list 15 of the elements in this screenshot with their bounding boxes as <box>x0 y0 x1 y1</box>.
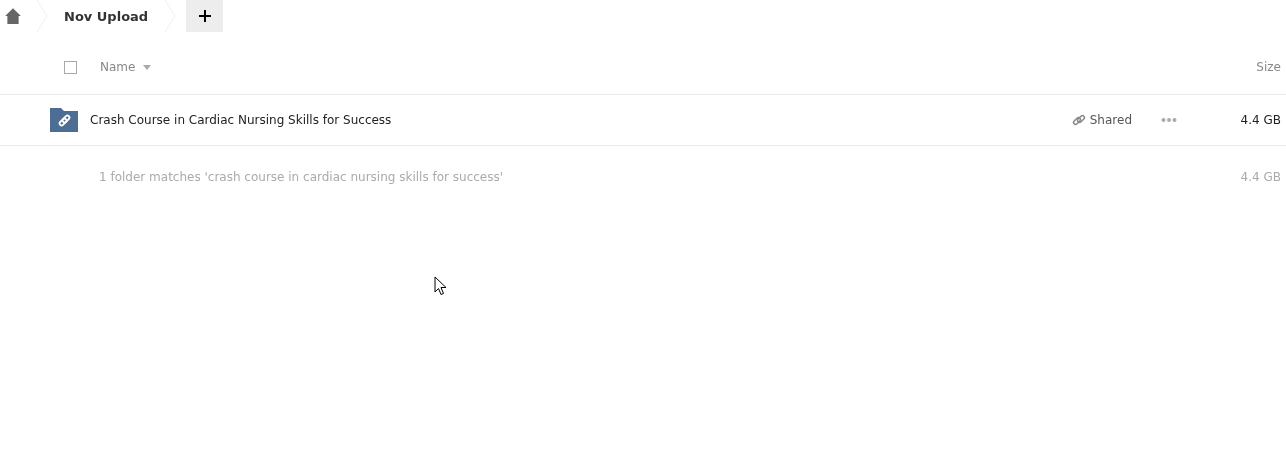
file-size: 4.4 GB <box>1239 113 1281 127</box>
shared-folder-icon <box>50 108 78 132</box>
breadcrumb-item[interactable]: Nov Upload <box>48 8 165 24</box>
select-all-checkbox[interactable] <box>64 60 77 74</box>
name-column-header[interactable]: Name <box>100 60 152 74</box>
match-summary: 1 folder matches 'crash course in cardiac nursing skills for success' <box>99 170 503 184</box>
mouse-pointer-icon <box>434 276 447 296</box>
total-size: 4.4 GB <box>1240 170 1281 184</box>
new-button[interactable] <box>186 0 224 32</box>
shared-link[interactable]: Shared <box>1071 113 1132 127</box>
link-icon <box>1071 113 1086 127</box>
folder-name[interactable]: Crash Course in Cardiac Nursing Skills for Success <box>90 113 392 127</box>
plus-icon <box>197 9 212 23</box>
size-column-header[interactable]: Size <box>1256 60 1281 74</box>
home-icon[interactable] <box>4 7 22 25</box>
